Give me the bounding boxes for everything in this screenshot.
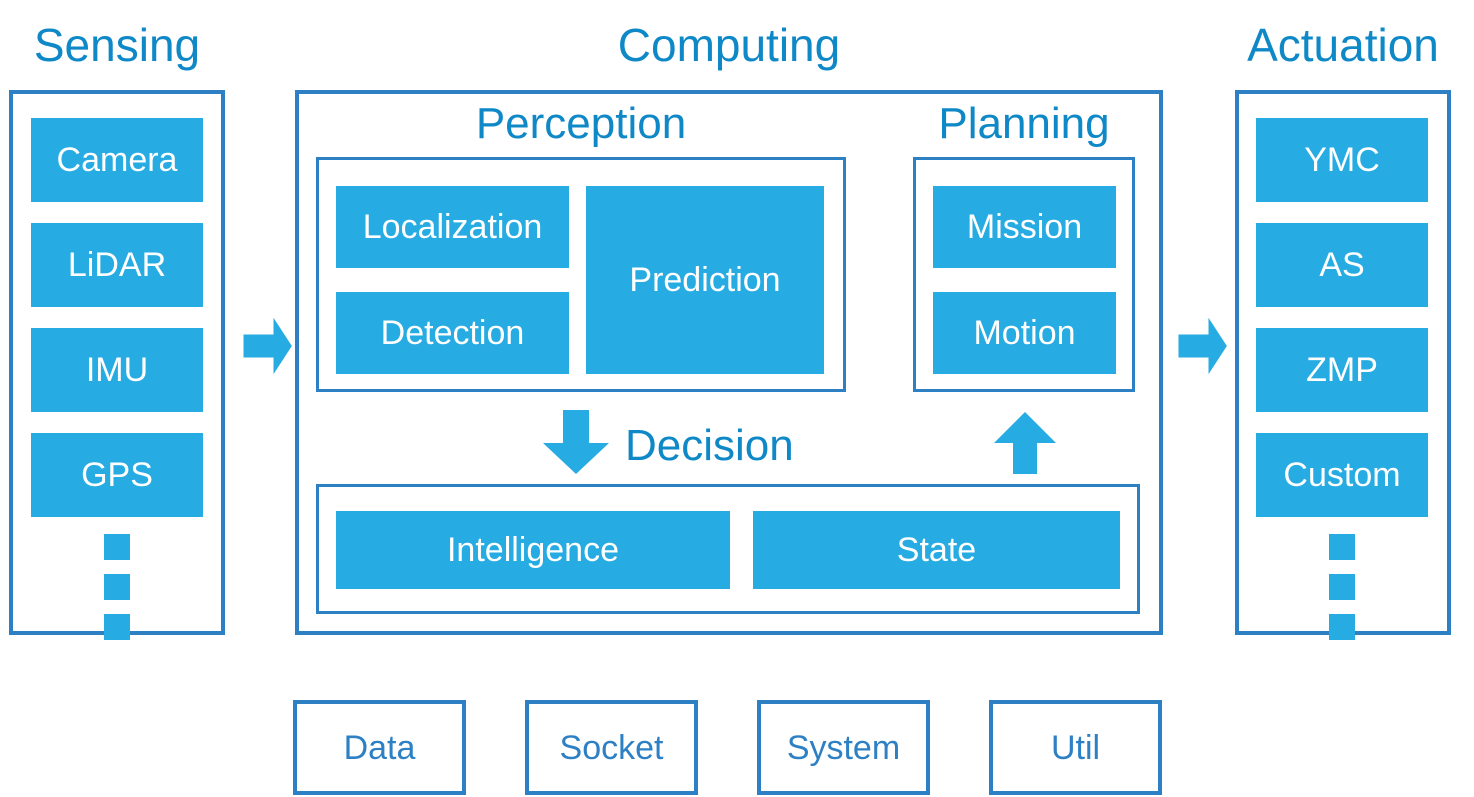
decision-item-intelligence[interactable]: Intelligence — [336, 511, 730, 589]
sensing-item-imu[interactable]: IMU — [31, 328, 203, 412]
arrow-computing-to-actuation-icon — [1171, 298, 1235, 394]
ellipsis-dot — [104, 614, 130, 640]
computing-title: Computing — [617, 19, 841, 71]
ellipsis-dot — [1329, 534, 1355, 560]
perception-item-localization[interactable]: Localization — [336, 186, 569, 268]
actuation-item-as[interactable]: AS — [1256, 223, 1428, 307]
decision-item-state[interactable]: State — [753, 511, 1120, 589]
perception-item-prediction[interactable]: Prediction — [586, 186, 824, 374]
planning-title: Planning — [938, 99, 1110, 148]
actuation-item-ymc[interactable]: YMC — [1256, 118, 1428, 202]
sensing-item-camera[interactable]: Camera — [31, 118, 203, 202]
ellipsis-dot — [1329, 614, 1355, 640]
ellipsis-dot — [1329, 574, 1355, 600]
support-item-util[interactable]: Util — [989, 700, 1162, 795]
architecture-diagram: Sensing Camera LiDAR IMU GPS Computing P… — [0, 0, 1474, 797]
perception-title: Perception — [475, 99, 687, 148]
support-item-data[interactable]: Data — [293, 700, 466, 795]
perception-item-detection[interactable]: Detection — [336, 292, 569, 374]
sensing-item-gps[interactable]: GPS — [31, 433, 203, 517]
planning-item-mission[interactable]: Mission — [933, 186, 1116, 268]
arrow-perception-to-decision-icon — [543, 410, 609, 474]
support-item-socket[interactable]: Socket — [525, 700, 698, 795]
arrow-decision-to-planning-icon — [994, 412, 1056, 474]
ellipsis-dot — [104, 574, 130, 600]
support-item-system[interactable]: System — [757, 700, 930, 795]
decision-title: Decision — [625, 421, 794, 470]
actuation-ellipsis-icon — [1329, 534, 1355, 640]
actuation-item-custom[interactable]: Custom — [1256, 433, 1428, 517]
actuation-item-zmp[interactable]: ZMP — [1256, 328, 1428, 412]
planning-item-motion[interactable]: Motion — [933, 292, 1116, 374]
actuation-title: Actuation — [1247, 19, 1439, 71]
sensing-title: Sensing — [33, 19, 201, 71]
sensing-item-lidar[interactable]: LiDAR — [31, 223, 203, 307]
arrow-sensing-to-computing-icon — [236, 298, 300, 394]
ellipsis-dot — [104, 534, 130, 560]
sensing-ellipsis-icon — [104, 534, 130, 640]
